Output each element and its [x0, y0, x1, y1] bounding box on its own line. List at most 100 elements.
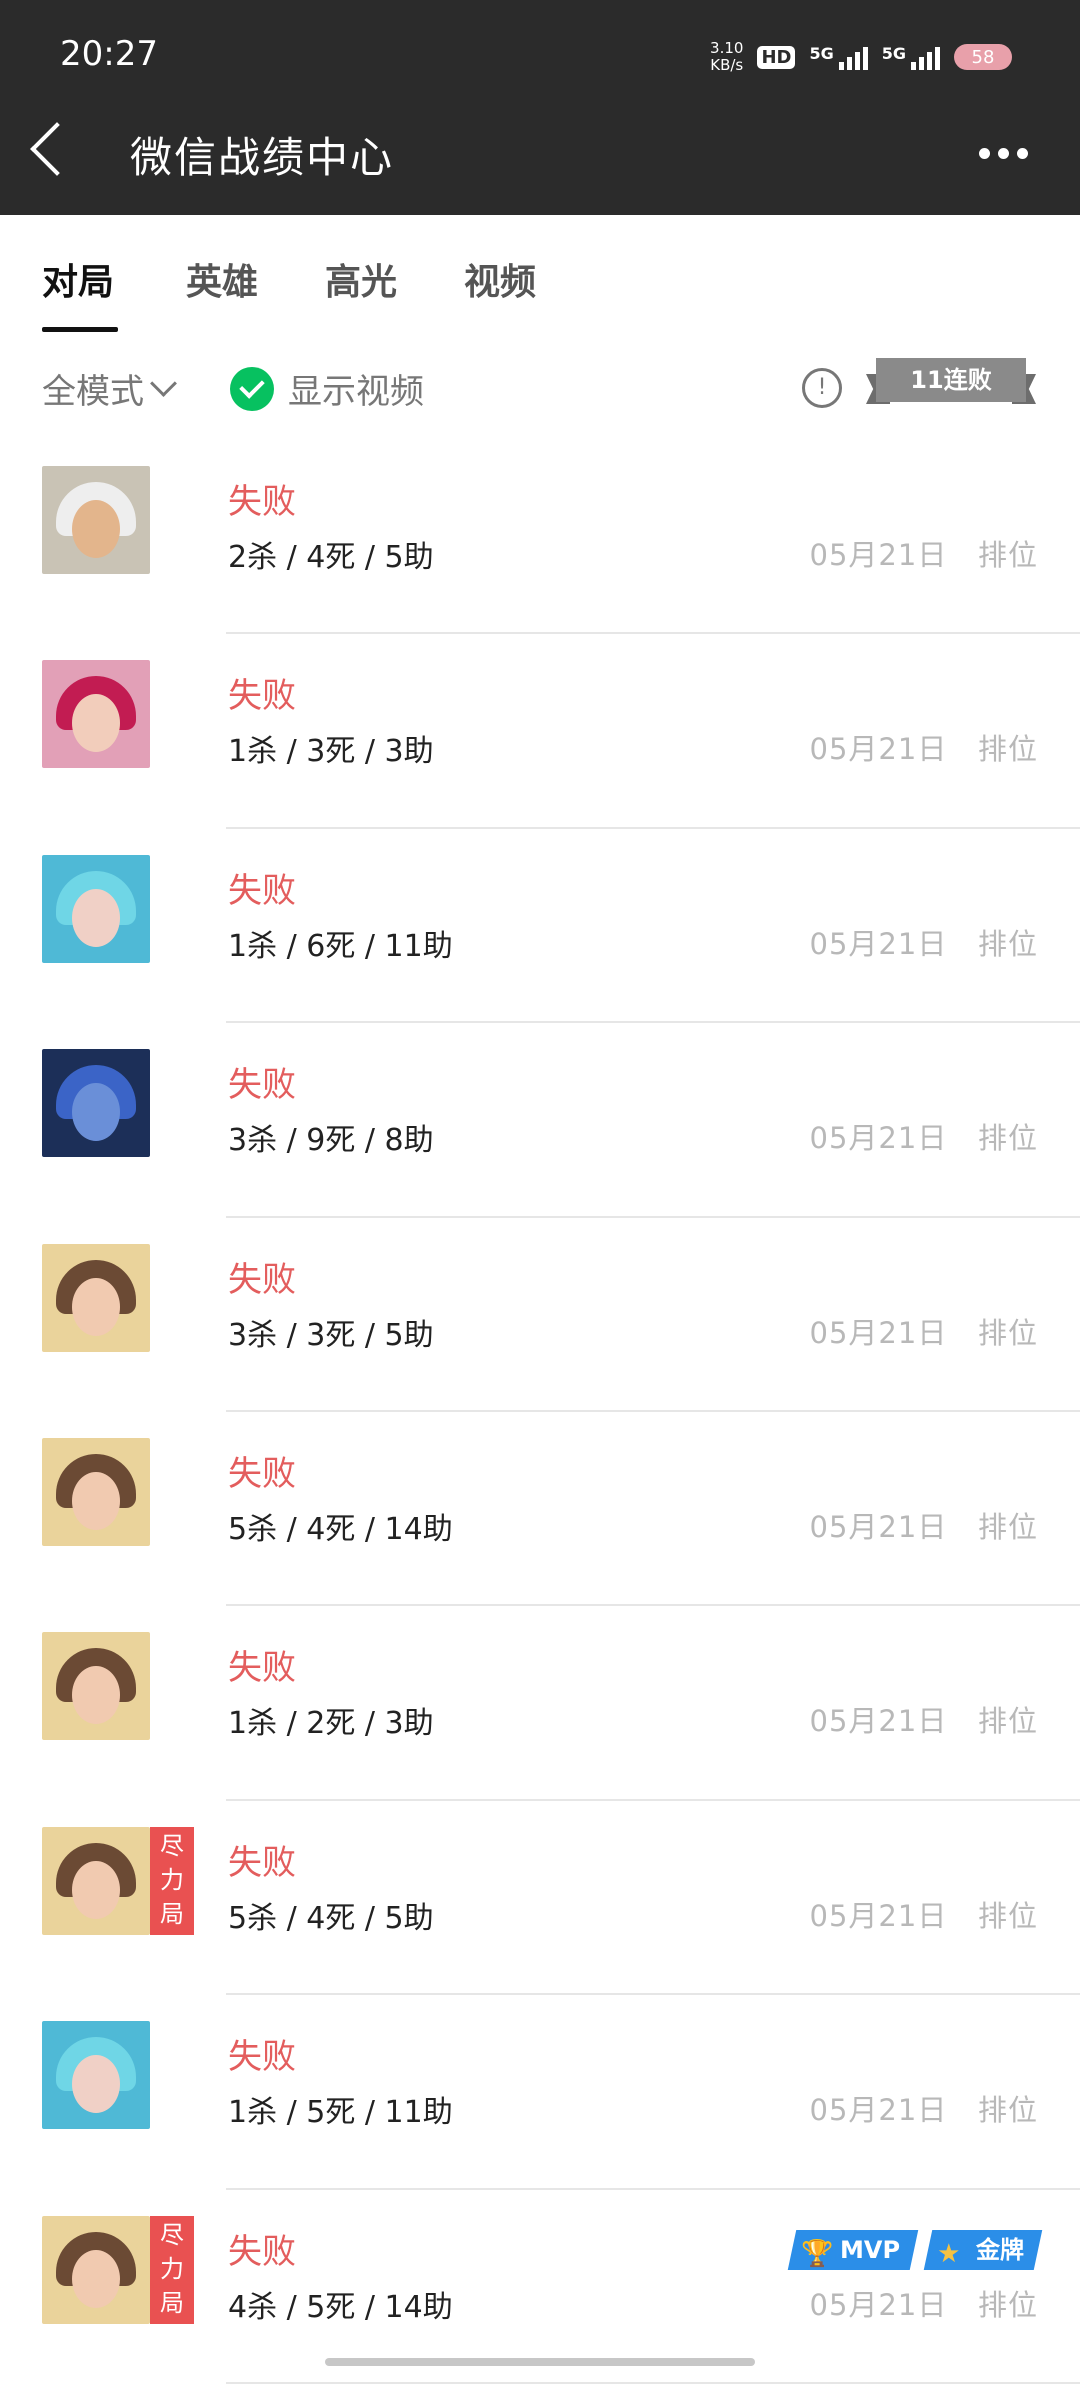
show-video-toggle[interactable]: 显示视频 [230, 364, 424, 413]
match-date: 05月21日 [809, 732, 948, 767]
mvp-badge: 🏆 MVP [787, 2229, 919, 2270]
match-meta: 05月21日 排位 [810, 1504, 1038, 1546]
page-title: 微信战绩中心 [130, 133, 395, 182]
match-mode: 排位 [977, 2287, 1038, 2322]
match-result: 失败 [228, 676, 296, 717]
sim2-label: 5G [881, 44, 906, 63]
trophy-icon: 🏆 [801, 2238, 834, 2269]
net-speed: 3.10 KB/s [710, 40, 743, 74]
match-result: 失败 [228, 1453, 296, 1494]
match-date: 05月21日 [809, 2093, 948, 2128]
match-result: 失败 [228, 482, 296, 522]
tab-videos[interactable]: 视频 [464, 253, 536, 305]
match-kda: 4杀 / 5死 / 14助 [228, 2289, 453, 2325]
match-result: 失败 [228, 2037, 296, 2078]
net-speed-unit: KB/s [710, 56, 744, 74]
back-arrow-icon[interactable] [30, 122, 84, 176]
match-row[interactable]: 失败 1杀 / 5死 / 11助 05月21日 排位 [0, 1995, 1080, 2190]
hd-icon: HD [757, 45, 796, 69]
match-result: 失败 [228, 870, 296, 911]
status-time: 20:27 [60, 34, 158, 74]
hero-avatar [42, 466, 150, 574]
hero-avatar [42, 660, 150, 769]
match-row[interactable]: 尽 力 局失败 5杀 / 4死 / 5助 05月21日 排位 [0, 1801, 1080, 1996]
match-date: 05月21日 [809, 1509, 948, 1544]
match-kda: 1杀 / 3死 / 3助 [228, 734, 434, 770]
match-meta: 05月21日 排位 [810, 1893, 1038, 1935]
match-row[interactable]: 失败 3杀 / 9死 / 8助 05月21日 排位 [0, 1023, 1080, 1218]
match-row[interactable]: 失败 1杀 / 2死 / 3助 05月21日 排位 [0, 1606, 1080, 1801]
tab-heroes[interactable]: 英雄 [186, 253, 258, 305]
hero-avatar [42, 1243, 150, 1352]
tab-matches[interactable]: 对局 [42, 253, 114, 305]
match-kda: 1杀 / 5死 / 11助 [228, 2095, 453, 2131]
match-meta: 05月21日 排位 [810, 726, 1038, 768]
badge-label: 金牌 [976, 2235, 1024, 2264]
status-icons: 3.10 KB/s HD 5G 5G 58 [710, 32, 1012, 82]
match-date: 05月21日 [809, 538, 948, 572]
match-meta: 05月21日 排位 [810, 1115, 1038, 1157]
match-mode: 排位 [977, 732, 1038, 767]
streak-ribbon: 11连败 [866, 358, 1036, 414]
mode-label: 全模式 [42, 372, 144, 412]
match-mode: 排位 [977, 1121, 1038, 1156]
battery-icon: 58 [954, 44, 1012, 70]
gold-badge: ★ 金牌 [923, 2229, 1043, 2270]
hero-avatar [42, 2215, 150, 2324]
match-result: 失败 [228, 1259, 296, 1300]
match-result: 失败 [228, 1648, 296, 1689]
match-date: 05月21日 [809, 1121, 948, 1156]
top-bar: 20:27 3.10 KB/s HD 5G 5G 58 微信战绩中心 [0, 0, 1080, 215]
match-kda: 1杀 / 6死 / 11助 [228, 928, 453, 964]
match-row[interactable]: 失败 5杀 / 4死 / 14助 05月21日 排位 [0, 1412, 1080, 1607]
match-kda: 1杀 / 2死 / 3助 [228, 1706, 434, 1742]
star-icon: ★ [937, 2238, 961, 2269]
match-kda: 3杀 / 9死 / 8助 [228, 1123, 434, 1159]
match-row[interactable]: 失败 1杀 / 3死 / 3助 05月21日 排位 [0, 634, 1080, 829]
match-mode: 排位 [977, 1315, 1038, 1350]
match-meta: 05月21日 排位 [810, 1698, 1038, 1740]
signal-icon-2: 5G [882, 44, 940, 70]
hero-avatar [42, 1437, 150, 1546]
match-result: 失败 [228, 2231, 296, 2272]
match-mode: 排位 [977, 2093, 1038, 2128]
match-mode: 排位 [977, 1509, 1038, 1544]
hero-avatar [42, 1826, 150, 1935]
match-mode: 排位 [977, 926, 1038, 961]
info-icon[interactable]: ! [802, 368, 842, 408]
match-date: 05月21日 [809, 1898, 948, 1933]
match-date: 05月21日 [809, 1704, 948, 1739]
match-mode: 排位 [977, 538, 1038, 572]
match-row[interactable]: 尽 力 局失败 4杀 / 5死 / 14助 🏆 MVP ★ 金牌 05月21日 排… [0, 2190, 1080, 2384]
match-list: 失败 2杀 / 4死 / 5助 05月21日 排位 失败 1杀 / 3死 / 3助 … [0, 440, 1080, 2384]
effort-tag: 尽 力 局 [150, 2215, 194, 2324]
more-dots-icon[interactable] [979, 148, 1028, 159]
hero-avatar [42, 2021, 150, 2130]
filter-row: 全模式 显示视频 ! 11连败 [0, 350, 1080, 430]
match-meta: 05月21日 排位 [810, 2087, 1038, 2129]
hero-avatar [42, 1632, 150, 1741]
match-mode: 排位 [977, 1704, 1038, 1739]
match-row[interactable]: 失败 2杀 / 4死 / 5助 05月21日 排位 [0, 440, 1080, 635]
streak-label: 11连败 [876, 358, 1026, 402]
match-kda: 5杀 / 4死 / 14助 [228, 1511, 453, 1547]
match-meta: 05月21日 排位 [810, 921, 1038, 963]
match-date: 05月21日 [809, 926, 948, 961]
chevron-down-icon [150, 370, 177, 397]
mode-dropdown[interactable]: 全模式 [42, 364, 177, 413]
match-row[interactable]: 失败 1杀 / 6死 / 11助 05月21日 排位 [0, 829, 1080, 1024]
match-mode: 排位 [977, 1898, 1038, 1933]
match-kda: 5杀 / 4死 / 5助 [228, 1900, 434, 1936]
show-video-label: 显示视频 [288, 372, 424, 412]
tab-highlights[interactable]: 高光 [325, 253, 397, 305]
home-indicator [325, 2358, 755, 2366]
match-meta: 05月21日 排位 [810, 532, 1038, 574]
signal-icon: 5G [809, 44, 868, 70]
match-meta: 05月21日 排位 [810, 1310, 1038, 1352]
match-date: 05月21日 [809, 2287, 948, 2322]
check-circle-icon [230, 366, 274, 411]
sim1-label: 5G [809, 44, 834, 63]
match-row[interactable]: 失败 3杀 / 3死 / 5助 05月21日 排位 [0, 1218, 1080, 1412]
match-meta: 05月21日 排位 [810, 2282, 1038, 2324]
hero-avatar [42, 854, 150, 963]
